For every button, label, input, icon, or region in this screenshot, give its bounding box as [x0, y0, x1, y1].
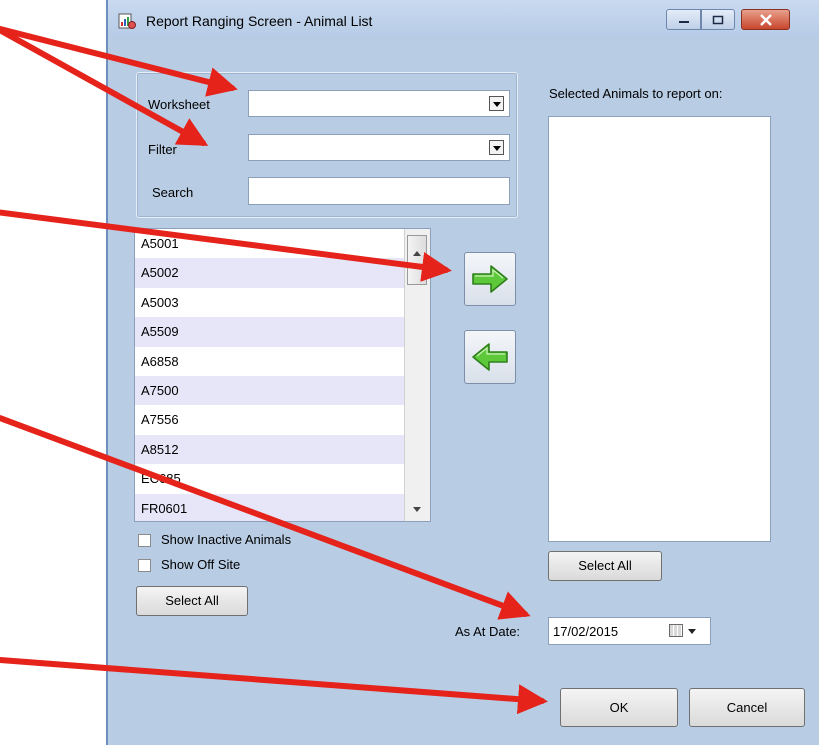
list-item[interactable]: A5003: [135, 288, 430, 317]
scroll-down-icon[interactable]: [413, 507, 421, 512]
report-app-icon: [118, 13, 136, 29]
show-inactive-checkbox[interactable]: [138, 534, 151, 547]
list-item[interactable]: A5509: [135, 317, 430, 347]
list-item[interactable]: A5002: [135, 258, 430, 288]
maximize-button[interactable]: [701, 9, 735, 30]
filter-combo[interactable]: [248, 134, 510, 161]
list-scrollbar[interactable]: [404, 229, 430, 521]
title-bar: Report Ranging Screen - Animal List: [108, 0, 819, 38]
show-inactive-label: Show Inactive Animals: [161, 532, 292, 547]
ok-button[interactable]: OK: [560, 688, 678, 727]
filter-label: Filter: [148, 142, 177, 157]
scroll-up-icon[interactable]: [413, 251, 421, 256]
remove-selected-button[interactable]: [464, 330, 516, 384]
calendar-icon[interactable]: [669, 624, 683, 637]
as-at-date-picker[interactable]: 17/02/2015: [548, 617, 711, 645]
worksheet-label: Worksheet: [148, 97, 210, 112]
list-item[interactable]: A8512: [135, 434, 430, 465]
report-ranging-window: Report Ranging Screen - Animal List Work…: [106, 0, 819, 745]
search-label: Search: [152, 185, 194, 200]
maximize-icon: [712, 15, 724, 24]
search-input[interactable]: [248, 177, 510, 205]
green-left-arrow-icon: [472, 343, 508, 371]
list-item[interactable]: A6858: [135, 347, 430, 376]
selected-animals-heading: Selected Animals to report on:: [549, 86, 723, 101]
select-all-selected-button[interactable]: Select All: [548, 551, 662, 581]
list-item[interactable]: FR0601: [135, 493, 430, 521]
window-title: Report Ranging Screen - Animal List: [146, 13, 373, 29]
as-at-date-label: As At Date:: [455, 624, 521, 639]
list-item[interactable]: A7500: [135, 375, 430, 406]
show-off-site-label: Show Off Site: [161, 557, 241, 572]
scrollbar-thumb[interactable]: [407, 235, 427, 285]
chevron-down-icon[interactable]: [489, 140, 504, 155]
animal-list: A5001 A5002 A5003 A5509 A6858 A7500 A755…: [135, 229, 430, 521]
list-item[interactable]: A5001: [135, 229, 430, 258]
as-at-date-value: 17/02/2015: [553, 624, 619, 639]
add-selected-button[interactable]: [464, 252, 516, 306]
animal-listbox[interactable]: A5001 A5002 A5003 A5509 A6858 A7500 A755…: [134, 228, 431, 522]
cancel-button[interactable]: Cancel: [689, 688, 805, 727]
selected-animals-listbox[interactable]: [548, 116, 771, 542]
worksheet-combo[interactable]: [248, 90, 510, 117]
close-icon: [759, 13, 772, 26]
green-right-arrow-icon: [472, 265, 508, 293]
list-item[interactable]: A7556: [135, 405, 430, 434]
minimize-button[interactable]: [666, 9, 701, 30]
show-off-site-checkbox[interactable]: [138, 559, 151, 572]
chevron-down-icon[interactable]: [489, 96, 504, 111]
list-item[interactable]: EC685: [135, 464, 430, 493]
close-button[interactable]: [741, 9, 790, 30]
select-all-animals-button[interactable]: Select All: [136, 586, 248, 616]
minimize-icon: [678, 20, 689, 23]
chevron-down-icon[interactable]: [688, 629, 696, 634]
